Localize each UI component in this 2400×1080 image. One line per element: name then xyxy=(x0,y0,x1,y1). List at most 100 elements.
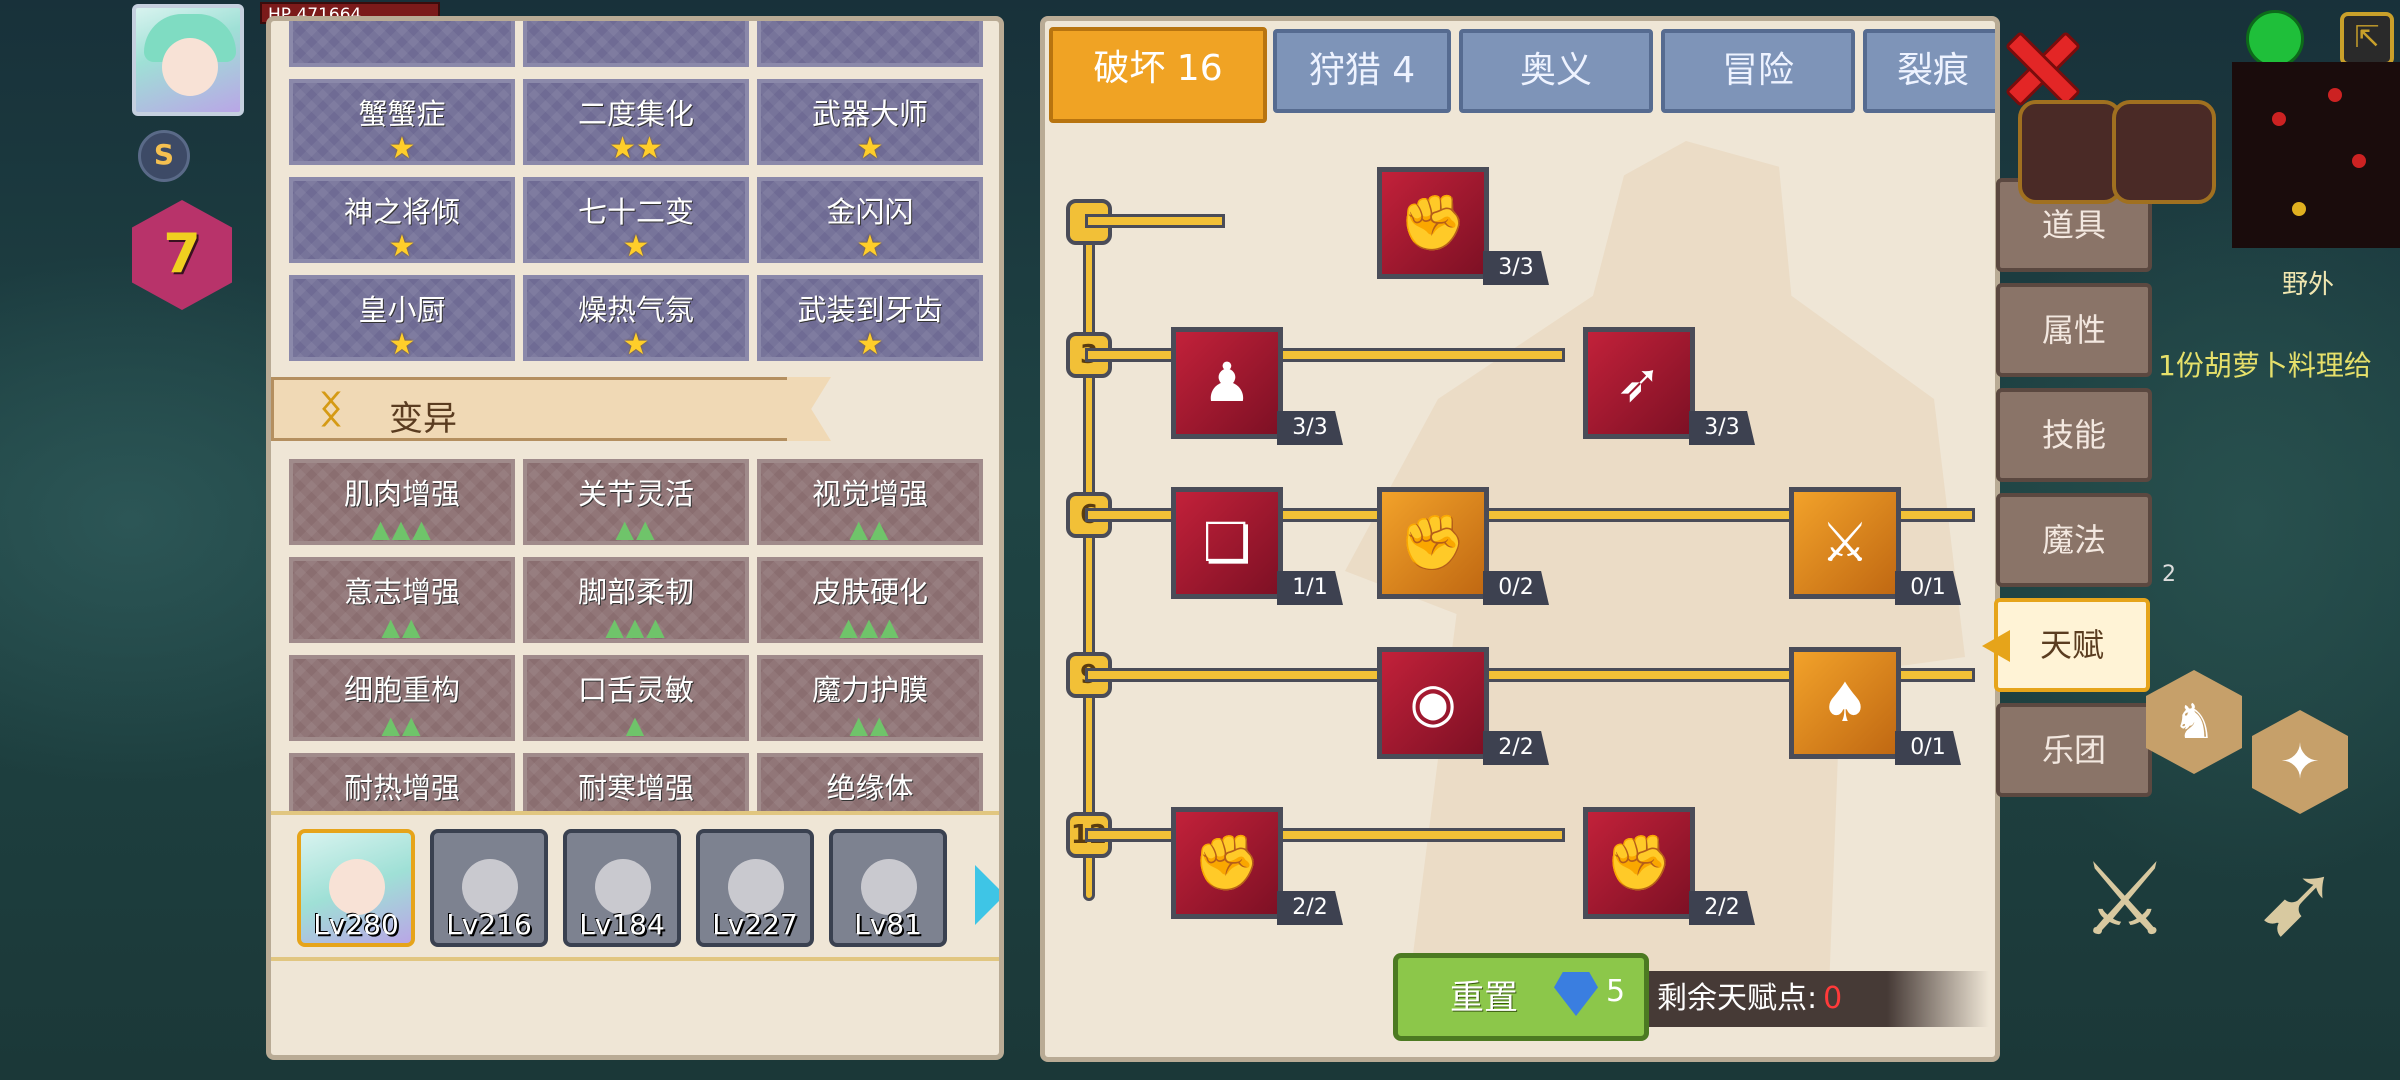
talent-count: 3/3 xyxy=(1277,411,1343,445)
side-menu-1[interactable]: 属性 xyxy=(1996,283,2152,377)
hero-level: Lv227 xyxy=(712,908,798,941)
talent-node[interactable]: ➶ xyxy=(1583,327,1695,439)
skills-panel: ★★ ★★★ ★ 蟹蟹症★二度集化★★武器大师★神之将倾★七十二变★金闪闪★皇小… xyxy=(266,16,1004,1060)
skill-name: 武器大师 xyxy=(811,97,928,131)
minimap[interactable] xyxy=(2232,62,2400,248)
network-globe-icon[interactable] xyxy=(2246,10,2304,68)
hero-portrait[interactable]: Lv81 xyxy=(829,829,947,947)
mutation-name: 口舌灵敏 xyxy=(577,673,694,707)
arm-wrestle-icon: ✊ xyxy=(1399,191,1467,254)
mutation-item[interactable]: 皮肤硬化 ▲▲▲ xyxy=(757,557,983,643)
skill-name: 七十二变 xyxy=(577,195,694,229)
remaining-points-label: 剩余天赋点: xyxy=(1657,981,1818,1016)
hero-level: Lv184 xyxy=(579,908,665,941)
mutation-name: 绝缘体 xyxy=(826,771,914,805)
next-hero-arrow-icon[interactable] xyxy=(975,865,999,925)
hero-portrait[interactable]: Lv227 xyxy=(696,829,814,947)
skill-name: 金闪闪 xyxy=(826,195,914,229)
mutation-item[interactable]: 细胞重构 ▲▲ xyxy=(289,655,515,741)
talent-node[interactable]: ✊ xyxy=(1171,807,1283,919)
skill-item[interactable]: 七十二变 ★ xyxy=(523,177,749,263)
mutation-level: ▲▲▲ xyxy=(605,613,667,641)
diamond-icon xyxy=(1554,972,1598,1016)
mutation-grid: 肌肉增强 ▲▲▲ 关节灵活 ▲▲ 视觉增强 ▲▲ 意志增强 ▲▲ 脚部柔韧 ▲▲▲ 皮肤硬化 ▲▲▲ 细… xyxy=(289,459,989,839)
tab-4[interactable]: 裂痕 xyxy=(1863,29,1995,113)
side-menu-2[interactable]: 技能 xyxy=(1996,388,2152,482)
hero-selector: Lv280 Lv216 Lv184 Lv227 Lv81 xyxy=(271,811,999,961)
player-avatar[interactable] xyxy=(132,4,244,116)
reset-button[interactable]: 重置 5 xyxy=(1393,953,1649,1041)
hero-level: Lv81 xyxy=(854,908,922,941)
side-menu-3[interactable]: 魔法 xyxy=(1996,493,2152,587)
skill-item[interactable]: 武器大师 ★ xyxy=(757,79,983,165)
hero-level: Lv280 xyxy=(313,908,399,941)
talent-node[interactable]: ❏ xyxy=(1171,487,1283,599)
mutation-item[interactable]: 口舌灵敏 ▲ xyxy=(523,655,749,741)
sword-splash-icon: ⚔ xyxy=(1820,511,1870,574)
card-icon: ❏ xyxy=(1202,511,1252,574)
skill-item[interactable]: 神之将倾 ★ xyxy=(289,177,515,263)
talent-panel: 破坏 16狩猎 4奥义冒险裂痕 36912✊3/3♟3/3➶3/3❏1/1✊0/… xyxy=(1040,16,2000,1062)
mutation-name: 耐热增强 xyxy=(343,771,460,805)
skill-item[interactable]: 皇小厨 ★ xyxy=(289,275,515,361)
talent-node[interactable]: ♠ xyxy=(1789,647,1901,759)
fist-slash-icon: ✊ xyxy=(1605,831,1673,894)
mutation-item[interactable]: 脚部柔韧 ▲▲▲ xyxy=(523,557,749,643)
skill-item-partial: ★ xyxy=(757,21,983,67)
talent-node[interactable]: ◉ xyxy=(1377,647,1489,759)
mutation-level: ▲▲▲ xyxy=(371,515,433,543)
hero-portrait[interactable]: Lv280 xyxy=(297,829,415,947)
buff-icon[interactable] xyxy=(2018,100,2122,204)
bat-icon: ♠ xyxy=(1820,671,1870,734)
tab-3[interactable]: 冒险 xyxy=(1661,29,1855,113)
talent-count: 3/3 xyxy=(1689,411,1755,445)
connector-line xyxy=(1085,828,1565,842)
skill-item[interactable]: 金闪闪 ★ xyxy=(757,177,983,263)
skill-item[interactable]: 蟹蟹症 ★ xyxy=(289,79,515,165)
sword-icon[interactable]: ⚔ xyxy=(2080,850,2170,950)
area-label: 野外 xyxy=(2282,270,2335,300)
mutation-name: 关节灵活 xyxy=(577,477,694,511)
mutation-item[interactable]: 魔力护膜 ▲▲ xyxy=(757,655,983,741)
mutation-item[interactable]: 肌肉增强 ▲▲▲ xyxy=(289,459,515,545)
talent-count: 0/1 xyxy=(1895,571,1961,605)
exit-icon[interactable]: ⇱ xyxy=(2340,12,2394,66)
mutation-name: 视觉增强 xyxy=(811,477,928,511)
tab-1[interactable]: 狩猎 4 xyxy=(1273,29,1451,113)
talent-node[interactable]: ⚔ xyxy=(1789,487,1901,599)
skill-item[interactable]: 燥热气氛 ★ xyxy=(523,275,749,361)
side-menu-5[interactable]: 乐团 xyxy=(1996,703,2152,797)
mutation-name: 肌肉增强 xyxy=(343,477,460,511)
mutation-banner-label: 变异 xyxy=(389,399,457,439)
mutation-level: ▲▲ xyxy=(849,515,891,543)
skill-item[interactable]: 武装到牙齿 ★ xyxy=(757,275,983,361)
close-icon[interactable] xyxy=(2004,30,2074,100)
hero-portrait[interactable]: Lv216 xyxy=(430,829,548,947)
skill-stars: ★ xyxy=(856,131,884,166)
coin-icon[interactable]: S xyxy=(138,130,190,182)
bow-icon[interactable]: ➹ xyxy=(2256,850,2340,950)
skill-name: 武装到牙齿 xyxy=(797,293,943,327)
skill-item[interactable]: 二度集化 ★★ xyxy=(523,79,749,165)
skill-stars: ★ xyxy=(622,327,650,362)
mutation-name: 意志增强 xyxy=(343,575,460,609)
level-number: 7 xyxy=(163,222,201,285)
mutation-item[interactable]: 视觉增强 ▲▲ xyxy=(757,459,983,545)
mutation-name: 脚部柔韧 xyxy=(577,575,694,609)
tab-0[interactable]: 破坏 16 xyxy=(1049,27,1267,123)
talent-node[interactable]: ✊ xyxy=(1583,807,1695,919)
talent-node[interactable]: ✊ xyxy=(1377,487,1489,599)
talent-node[interactable]: ♟ xyxy=(1171,327,1283,439)
connector-line xyxy=(1085,214,1225,228)
mutation-level: ▲▲ xyxy=(849,711,891,739)
side-menu-4[interactable]: 天赋 xyxy=(1994,598,2150,692)
mutation-level: ▲▲ xyxy=(615,515,657,543)
punch-icon: ✊ xyxy=(1399,511,1467,574)
mutation-item[interactable]: 意志增强 ▲▲ xyxy=(289,557,515,643)
talent-count: 1/1 xyxy=(1277,571,1343,605)
mutation-item[interactable]: 关节灵活 ▲▲ xyxy=(523,459,749,545)
tab-2[interactable]: 奥义 xyxy=(1459,29,1653,113)
magic-circle-icon[interactable] xyxy=(2112,100,2216,204)
talent-node[interactable]: ✊ xyxy=(1377,167,1489,279)
hero-portrait[interactable]: Lv184 xyxy=(563,829,681,947)
